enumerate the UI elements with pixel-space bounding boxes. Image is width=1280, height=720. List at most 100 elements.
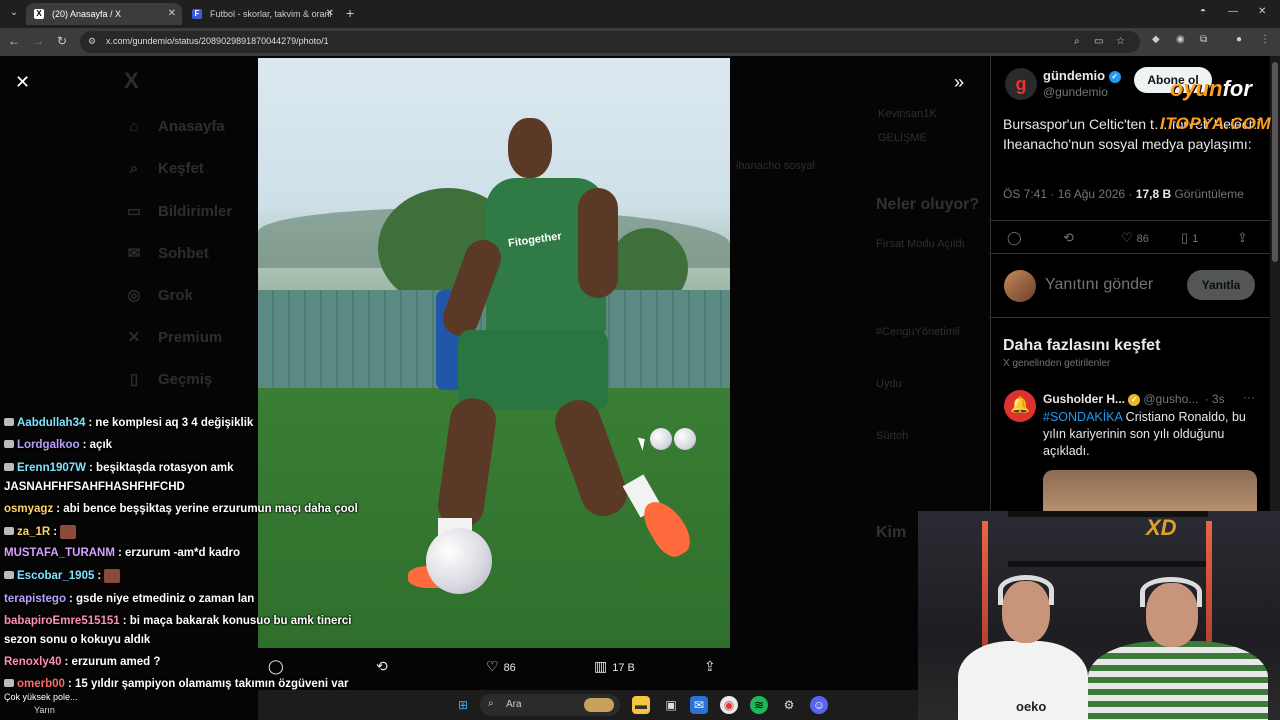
search-icon: ⌕ — [488, 698, 494, 709]
discover-tweet-text: #SONDAKİKA Cristiano Ronaldo, bu yılın k… — [1043, 410, 1246, 458]
scrollbar-thumb[interactable] — [1272, 62, 1278, 262]
chat-badge-icon — [4, 527, 14, 536]
cast-icon[interactable]: ▭ — [1094, 36, 1103, 47]
nav-item: ⌂ Anasayfa — [124, 118, 224, 135]
author-name[interactable]: gündemio ✓ — [1043, 68, 1121, 83]
discover-title: Daha fazlasını keşfet — [1003, 337, 1161, 354]
avatar[interactable]: g — [1005, 68, 1037, 100]
verified-badge-icon: ✓ — [1108, 70, 1121, 83]
more-icon[interactable]: ··· — [1243, 390, 1255, 404]
share-icon[interactable]: ⇪ — [1237, 230, 1248, 246]
chrome-icon[interactable]: ◉ — [720, 696, 738, 714]
spotify-icon[interactable]: ≋ — [750, 696, 768, 714]
bell-icon: ▭ — [126, 203, 142, 220]
bar-chart-icon: ▥ — [594, 658, 608, 674]
chat-line: omerb00: 15 yıldır şampiyon olamamış tak… — [4, 678, 349, 690]
avatar[interactable]: ● — [1236, 34, 1242, 45]
webcam-shelf — [1008, 561, 1208, 567]
xd-logo: XD — [1146, 515, 1177, 540]
chat-line: MUSTAFA_TURANM: erzurum -am*d kadro — [4, 547, 241, 559]
retweet-icon[interactable]: ⟲ — [1063, 230, 1074, 246]
tweet-photo[interactable]: Fitogether — [258, 58, 730, 648]
bookmark-star-icon[interactable]: ☆ — [1116, 36, 1125, 47]
chat-line: Aabdullah34: ne komplesi aq 3 4 değişikl… — [4, 417, 253, 429]
player-head — [508, 118, 552, 178]
close-icon[interactable]: ✕ — [15, 72, 30, 93]
address-bar: ← → ↻ ⚙ x.com/gundemio/status/2089029891… — [0, 28, 1280, 56]
puzzle-icon[interactable]: ⧉ — [1200, 34, 1207, 45]
menu-icon[interactable]: ⋮ — [1260, 34, 1270, 45]
chat-line: Lordgalkoo: açık — [4, 439, 112, 451]
photo-ball — [426, 528, 492, 594]
reply-button[interactable]: ◯ — [268, 658, 289, 675]
site-info-icon[interactable]: ⚙ — [88, 36, 96, 47]
back-icon[interactable]: ← — [6, 34, 22, 48]
url-text[interactable]: x.com/gundemio/status/208902989187004427… — [106, 36, 329, 46]
minimize-icon[interactable]: — — [1228, 6, 1238, 17]
like-button[interactable]: ♡ 86 — [1121, 230, 1149, 246]
extension-icon[interactable]: ◉ — [1176, 34, 1185, 45]
sponsor-watermark: ITOPYA.COM — [1160, 114, 1272, 133]
bell-avatar-icon[interactable]: 🔔 — [1004, 390, 1036, 422]
bg-trend: Uydu — [876, 378, 902, 390]
author-handle[interactable]: @gundemio — [1043, 85, 1108, 99]
retweet-icon: ⟲ — [376, 658, 388, 674]
retweet-button[interactable]: ⟲ — [376, 658, 393, 675]
reply-icon[interactable]: ◯ — [1007, 230, 1022, 246]
windows-taskbar: ⊞ ⌕ Ara ▬ ▣ ✉ ◉ ≋ ⚙ ☺ — [258, 690, 918, 720]
reload-icon[interactable]: ↻ — [54, 34, 70, 48]
share-button[interactable]: ⇪ — [704, 658, 721, 675]
discover-subtitle: X genelinden getirilenler — [1003, 358, 1111, 369]
search-highlight-icon — [584, 698, 614, 712]
reply-input[interactable]: Yanıtını gönder — [1045, 276, 1153, 294]
streamer-right — [1088, 641, 1268, 720]
views-button[interactable]: ▥ 17 B — [594, 658, 635, 675]
search-icon: ⌕ — [129, 160, 139, 177]
bg-heading: Kim — [876, 524, 907, 541]
nav-item: ✕ Premium — [124, 328, 223, 346]
extension-icon[interactable]: ◆ — [1152, 34, 1160, 45]
bg-snippet: Kevinsan1K — [878, 108, 937, 120]
outlook-icon[interactable]: ✉ — [690, 696, 708, 714]
tab-x-home[interactable]: X (20) Anasayfa / X ✕ — [26, 3, 182, 25]
browser-tab-bar: ⌄ X (20) Anasayfa / X ✕ F Futbol - skorl… — [0, 0, 1280, 28]
reply-composer: Yanıtını gönder Yanıtla — [991, 254, 1271, 318]
new-tab-button[interactable]: + — [346, 5, 354, 21]
bg-snippet: ihanacho sosyal — [736, 160, 815, 172]
chat-emote-icon — [104, 569, 121, 583]
tab-search-icon[interactable]: ⌄ — [6, 5, 22, 21]
reply-icon: ◯ — [268, 658, 284, 674]
tweet-actions: ◯ ⟲ ♡ 86 ▯ 1 ⇪ — [991, 220, 1271, 254]
omnibox[interactable]: ⚙ x.com/gundemio/status/2089029891870044… — [80, 31, 1140, 53]
photo-ball — [674, 428, 696, 450]
chat-badge-icon — [4, 440, 14, 448]
steam-icon[interactable]: ⚙ — [780, 696, 798, 714]
chevrons-right-icon[interactable]: » — [954, 72, 964, 93]
store-icon[interactable]: ▣ — [662, 696, 680, 714]
chat-badge-icon — [4, 679, 14, 687]
bookmark-button[interactable]: ▯ 1 — [1181, 230, 1198, 246]
photo-ball — [650, 428, 672, 450]
nav-item: ▯ Geçmiş — [124, 370, 212, 388]
discover-author[interactable]: Gusholder H... ✓ @gusho... · 3s — [1043, 392, 1225, 406]
windows-start-icon[interactable]: ⊞ — [454, 696, 472, 714]
discord-icon[interactable]: ☺ — [810, 696, 828, 714]
profile-icon[interactable]: ◓ — [1200, 6, 1206, 17]
headset-icon — [998, 575, 1054, 605]
reply-submit-button[interactable]: Yanıtla — [1187, 270, 1255, 300]
file-explorer-icon[interactable]: ▬ — [632, 696, 650, 714]
chat-line: Renoxly40: erzurum amed ? — [4, 656, 161, 668]
like-button[interactable]: ♡ 86 — [486, 658, 516, 675]
tab-futbol[interactable]: F Futbol - skorlar, takvim & oranl ✕ — [184, 3, 340, 25]
zoom-icon[interactable]: ⌕ — [1074, 36, 1080, 47]
close-tab-icon[interactable]: ✕ — [326, 3, 334, 25]
bg-trend: Fırsat Modu Açıldı — [876, 238, 965, 250]
window-close-icon[interactable]: ✕ — [1258, 6, 1266, 17]
close-tab-icon[interactable]: ✕ — [168, 3, 176, 25]
chat-badge-icon — [4, 571, 14, 580]
chat-line: Escobar_1905: — [4, 569, 121, 583]
forward-icon[interactable]: → — [30, 34, 46, 48]
taskbar-search[interactable]: ⌕ Ara — [480, 694, 620, 716]
chat-line: terapistego: gsde niye etmediniz o zaman… — [4, 593, 255, 605]
bookmark-icon: ▯ — [129, 371, 139, 388]
